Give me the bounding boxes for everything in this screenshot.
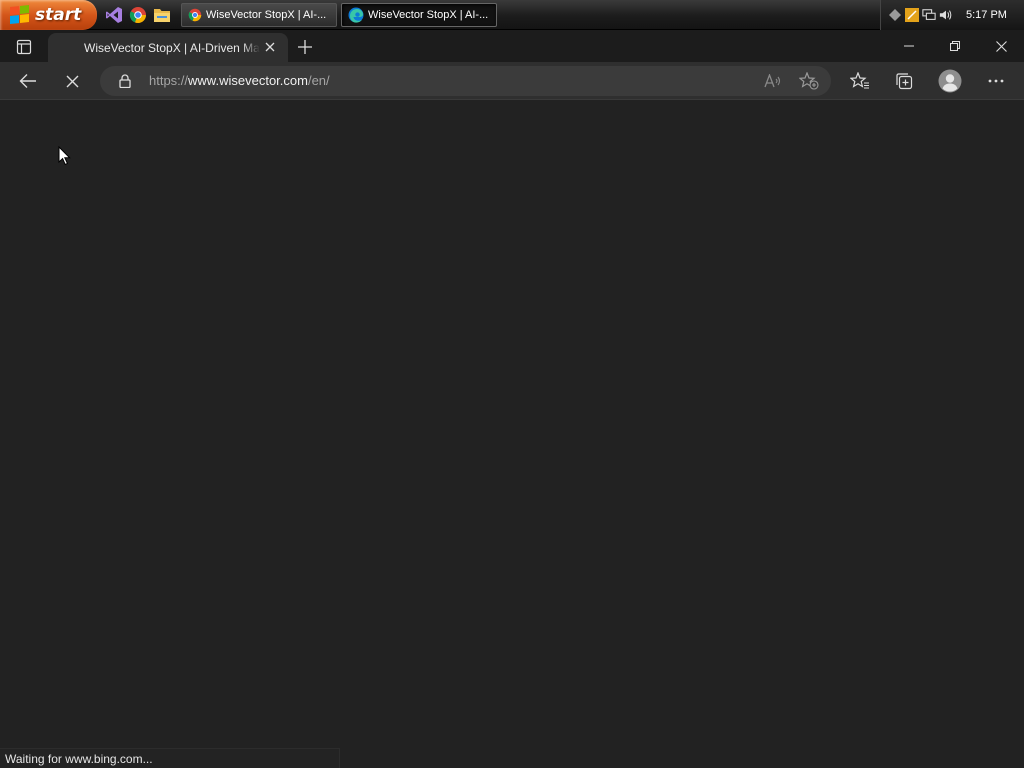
plus-icon (298, 40, 312, 54)
quick-launch (104, 5, 172, 25)
edge-icon (348, 7, 364, 23)
diamond-icon[interactable] (888, 8, 902, 22)
stop-icon (66, 75, 78, 87)
chrome-icon (188, 8, 202, 22)
tab-title: WiseVector StopX | AI-Driven Malware Pro… (84, 40, 260, 55)
mouse-cursor-icon (58, 146, 71, 166)
sticky-note-icon[interactable] (905, 8, 919, 22)
restore-icon (950, 41, 960, 51)
url-text[interactable]: https://www.wisevector.com/en/ (149, 73, 330, 88)
network-icon[interactable] (922, 8, 936, 22)
restore-button[interactable] (932, 30, 978, 62)
stop-loading-button[interactable] (58, 67, 86, 95)
tab-actions-icon (16, 39, 32, 55)
taskbar-task-chrome[interactable]: WiseVector StopX | AI-... (181, 3, 337, 27)
new-tab-button[interactable] (294, 36, 316, 58)
profile-button[interactable] (936, 67, 964, 95)
minimize-button[interactable] (886, 30, 932, 62)
minimize-icon (904, 45, 914, 47)
tab-wisevector[interactable]: WiseVector StopX | AI-Driven Malware Pro… (48, 33, 288, 62)
start-button[interactable]: start (0, 0, 97, 30)
back-button[interactable] (14, 67, 42, 95)
clock[interactable]: 5:17 PM (966, 9, 1007, 21)
address-bar[interactable]: https://www.wisevector.com/en/ (100, 66, 831, 96)
add-favorite-icon[interactable] (798, 71, 820, 91)
favorites-star-icon (850, 72, 869, 89)
window-close-button[interactable] (978, 30, 1024, 62)
task-label: WiseVector StopX | AI-... (368, 9, 489, 21)
tab-close-button[interactable] (262, 39, 278, 55)
task-label: WiseVector StopX | AI-... (206, 9, 327, 21)
status-bar: Waiting for www.bing.com... (0, 748, 340, 768)
volume-icon[interactable] (939, 8, 953, 22)
system-tray: 5:17 PM (880, 0, 1024, 30)
collections-icon (896, 73, 913, 90)
favorites-button[interactable] (846, 67, 874, 95)
back-arrow-icon (19, 74, 36, 88)
chrome-icon[interactable] (128, 5, 148, 25)
taskbar-task-edge[interactable]: WiseVector StopX | AI-... (341, 3, 497, 27)
close-icon (995, 40, 1007, 52)
start-label: start (35, 5, 82, 25)
collections-button[interactable] (890, 67, 918, 95)
tab-strip: WiseVector StopX | AI-Driven Malware Pro… (0, 30, 1024, 62)
visual-studio-icon[interactable] (104, 5, 124, 25)
settings-more-button[interactable] (982, 67, 1010, 95)
lock-icon[interactable] (117, 73, 133, 89)
windows-logo-icon (10, 5, 30, 25)
close-icon (265, 42, 275, 52)
read-aloud-icon[interactable] (762, 71, 784, 91)
file-explorer-icon[interactable] (152, 5, 172, 25)
tab-actions-button[interactable] (10, 36, 38, 58)
page-content[interactable]: Waiting for www.bing.com... (0, 101, 1024, 768)
more-dots-icon (988, 79, 1004, 83)
taskbar: start WiseVector StopX | AI-... WiseVect… (0, 0, 1024, 30)
avatar-icon (938, 69, 962, 93)
browser-toolbar: https://www.wisevector.com/en/ (0, 62, 1024, 100)
